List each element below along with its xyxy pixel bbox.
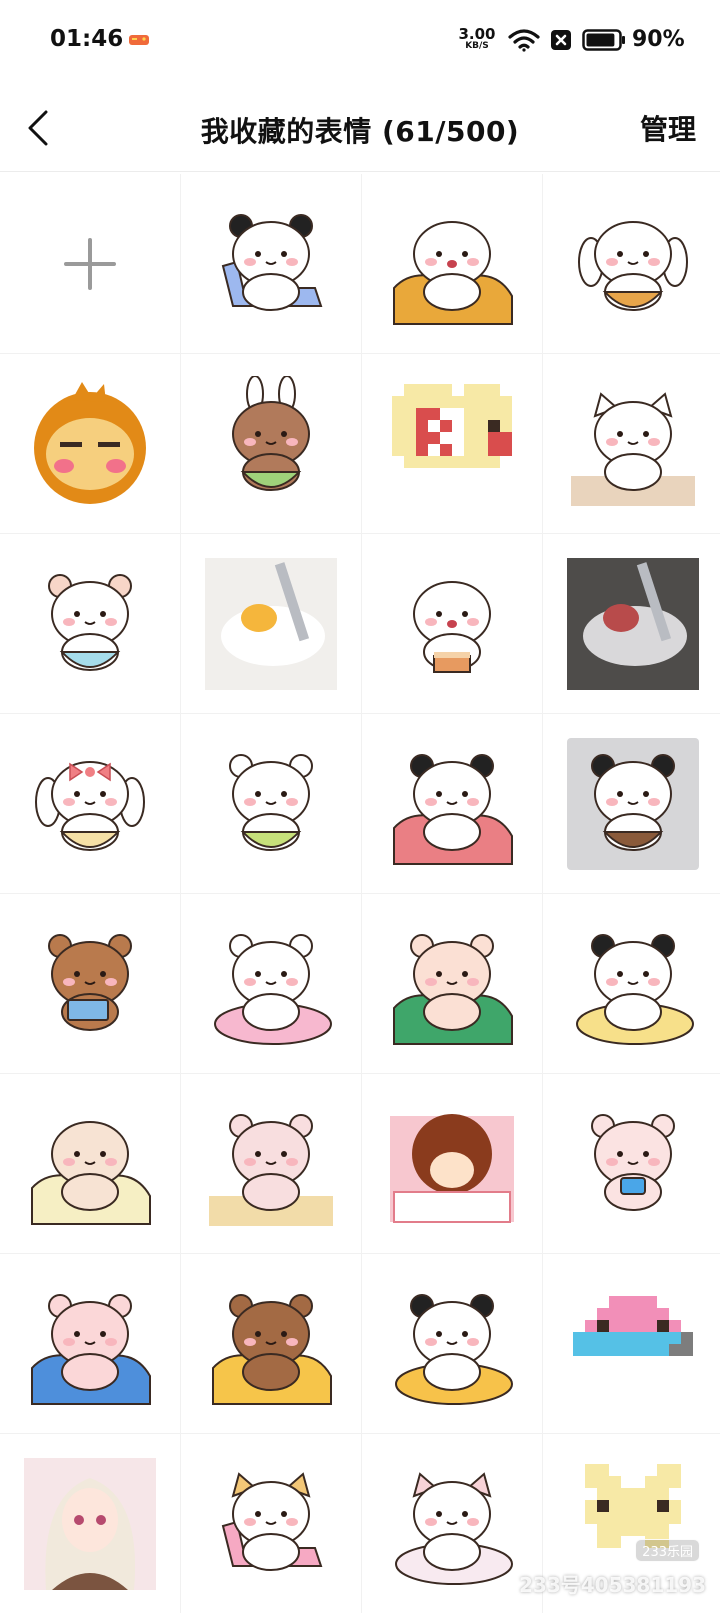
bear-blanket-sticker [384,916,520,1052]
watermark-badge: 233乐园 [635,1539,700,1562]
sticker-cell[interactable] [362,1074,542,1253]
sticker-cell[interactable] [362,174,542,353]
sticker-cell[interactable] [181,174,361,353]
chevron-left-icon [22,104,62,152]
sticker-cell[interactable] [181,354,361,533]
battery-icon [582,29,626,51]
pixel-popcorn-sticker [384,376,520,512]
white-cat-lying-sticker [384,1456,520,1592]
white-bear-pillow-sticker [203,916,339,1052]
pixel-pink-cat-sticker [565,1276,701,1412]
battery-percent: 90% [632,27,685,52]
sticker-cell[interactable] [0,894,180,1073]
sticker-cell[interactable] [0,1254,180,1433]
bow-bunny-plate-sticker [22,736,158,872]
sticker-cell[interactable] [362,894,542,1073]
bear-cake-sticker [384,556,520,692]
afro-girl-bed-sticker [384,1096,520,1232]
bear-tablet-bed-sticker [203,1276,339,1412]
white-cat-bowl-sticker [22,556,158,692]
wifi-icon [508,28,540,52]
panda-phone-cushion-sticker [565,916,701,1052]
sticker-cell[interactable] [362,1434,542,1613]
sticker-cell[interactable] [0,534,180,713]
sticker-cell[interactable] [543,714,720,893]
status-time: 01:46 [50,26,123,52]
status-bar: 01:46 3.00 KB/S 90% [0,0,720,84]
bear-bunny-hood-sticker [203,376,339,512]
sticker-cell[interactable] [543,174,720,353]
close-box-icon [550,29,572,51]
monkey-face-sticker [22,376,158,512]
cooking-photo-sticker [565,556,701,692]
bunny-bread-basket-sticker [565,196,701,332]
girl-bed-phone-sticker [22,1096,158,1232]
watermark-text: 233号405381193 [519,1569,706,1598]
sticker-cell[interactable] [181,714,361,893]
back-button[interactable] [22,104,62,152]
manage-button[interactable]: 管理 [640,108,696,148]
sticker-cell[interactable] [181,1074,361,1253]
sticker-cell[interactable] [0,714,180,893]
plus-icon [62,236,118,292]
panda-noodles-sticker [565,736,701,872]
sticker-cell[interactable] [181,1254,361,1433]
sticker-cell[interactable] [543,534,720,713]
add-sticker-button[interactable] [0,174,180,353]
sticker-cell[interactable] [181,894,361,1073]
bear-phone-lying-sticker [565,1096,701,1232]
anime-girl-sticker [22,1456,158,1592]
game-icon [128,33,150,47]
sticker-cell[interactable] [362,714,542,893]
sticker-cell[interactable] [543,1254,720,1433]
panda-bear-sleep-sticker [384,1276,520,1412]
net-speed-unit: KB/S [456,42,498,51]
panda-phone-bed-sticker [384,736,520,872]
net-speed: 3.00 KB/S [456,27,498,51]
sticker-cell[interactable] [362,1254,542,1433]
sticker-grid [0,174,720,1613]
sticker-cell[interactable] [0,354,180,533]
sticker-cell[interactable] [0,1074,180,1253]
fried-egg-photo-sticker [203,556,339,692]
pink-bear-blanket-sticker [22,1276,158,1412]
sticker-cell[interactable] [362,354,542,533]
brown-bear-reading-sticker [22,916,158,1052]
page-title: 我收藏的表情 (61/500) [120,110,600,150]
bear-big-eyes-sticker [203,1096,339,1232]
cat-salad-bowl-sticker [203,736,339,872]
net-speed-value: 3.00 [456,27,498,42]
sticker-cell[interactable] [543,1074,720,1253]
panda-reading-chair-sticker [203,196,339,332]
cat-bowl-sticker [565,376,701,512]
sticker-cell[interactable] [543,354,720,533]
blanket-noodles-sticker [384,196,520,332]
sticker-cell[interactable] [543,894,720,1073]
header: 我收藏的表情 (61/500) 管理 [0,84,720,172]
cat-pink-chair-sticker [203,1456,339,1592]
sticker-cell[interactable] [362,534,542,713]
sticker-cell[interactable] [0,1434,180,1613]
sticker-cell[interactable] [181,534,361,713]
sticker-cell[interactable] [181,1434,361,1613]
